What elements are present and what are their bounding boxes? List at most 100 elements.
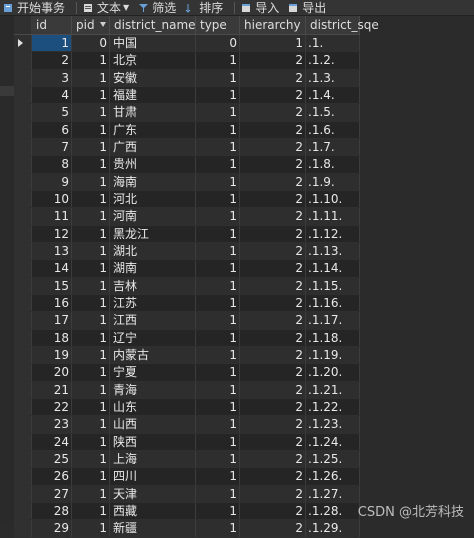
cell-type[interactable]: 1 [196, 364, 240, 381]
cell-id[interactable]: 24 [32, 433, 72, 450]
row-indicator[interactable] [14, 208, 32, 225]
cell-type[interactable]: 1 [196, 208, 240, 225]
cell-id[interactable]: 3 [32, 69, 72, 86]
cell-pid[interactable]: 1 [72, 381, 110, 398]
cell-id[interactable]: 19 [32, 346, 72, 364]
cell-district-name[interactable]: 广东 [110, 121, 196, 138]
filter-button[interactable]: 筛选 [138, 0, 176, 16]
table-row[interactable]: 10 1 河北 1 2.1.10. [14, 190, 360, 209]
table-row[interactable]: 17 1 江西 1 2.1.17. [14, 312, 360, 330]
row-indicator[interactable] [14, 294, 32, 312]
cell-district-name[interactable]: 安徽 [110, 69, 196, 86]
cell-district-sqe[interactable]: .1.17. [306, 312, 360, 329]
cell-id[interactable]: 16 [32, 294, 72, 312]
column-header-type[interactable]: type [196, 16, 240, 34]
row-indicator[interactable] [14, 225, 32, 242]
cell-district-name[interactable]: 内蒙古 [110, 346, 196, 364]
cell-id[interactable]: 7 [32, 138, 72, 156]
cell-district-name[interactable]: 中国 [110, 35, 196, 52]
table-row[interactable]: 7 1 广西 1 2.1.7. [14, 138, 360, 157]
cell-type[interactable]: 1 [196, 138, 240, 156]
cell-district-name[interactable]: 江西 [110, 312, 196, 329]
cell-district-sqe[interactable]: .1.19. [306, 346, 360, 364]
cell-type[interactable]: 1 [196, 104, 240, 121]
cell-type[interactable]: 1 [196, 121, 240, 138]
cell-id[interactable]: 1 [32, 35, 72, 52]
cell-district-sqe[interactable]: .1.3. [306, 69, 360, 86]
row-indicator[interactable] [14, 242, 32, 260]
cell-district-sqe[interactable]: .1.10. [306, 190, 360, 208]
row-indicator[interactable] [14, 450, 32, 468]
cell-pid[interactable]: 1 [72, 329, 110, 346]
cell-district-name[interactable]: 贵州 [110, 156, 196, 173]
table-row[interactable]: 21 1 青海 1 2.1.21. [14, 381, 360, 399]
cell-type[interactable]: 1 [196, 86, 240, 104]
cell-district-name[interactable]: 吉林 [110, 277, 196, 294]
cell-pid[interactable]: 1 [72, 138, 110, 156]
cell-hierarchy[interactable]: 2 [240, 416, 306, 433]
table-row[interactable]: 1 0 中国 0 1.1. [14, 35, 360, 53]
cell-district-sqe[interactable]: .1.26. [306, 468, 360, 485]
cell-type[interactable]: 1 [196, 225, 240, 242]
cell-hierarchy[interactable]: 2 [240, 225, 306, 242]
cell-pid[interactable]: 1 [72, 398, 110, 416]
cell-district-sqe[interactable]: .1.13. [306, 242, 360, 260]
cell-type[interactable]: 1 [196, 398, 240, 416]
cell-pid[interactable]: 1 [72, 173, 110, 190]
cell-pid[interactable]: 1 [72, 485, 110, 502]
table-row[interactable]: 16 1 江苏 1 2.1.16. [14, 294, 360, 313]
column-header-id[interactable]: id [32, 16, 72, 34]
cell-id[interactable]: 12 [32, 225, 72, 242]
table-row[interactable]: 11 1 河南 1 2.1.11. [14, 208, 360, 226]
cell-district-name[interactable]: 山西 [110, 416, 196, 433]
cell-type[interactable]: 1 [196, 294, 240, 312]
sort-button[interactable]: 排序 [185, 0, 223, 16]
sort-desc-icon[interactable] [100, 22, 106, 27]
cell-hierarchy[interactable]: 2 [240, 450, 306, 468]
cell-district-name[interactable]: 湖北 [110, 242, 196, 260]
cell-hierarchy[interactable]: 2 [240, 520, 306, 537]
table-row[interactable]: 20 1 宁夏 1 2.1.20. [14, 364, 360, 382]
cell-district-name[interactable]: 上海 [110, 450, 196, 468]
cell-type[interactable]: 1 [196, 329, 240, 346]
cell-district-sqe[interactable]: .1.16. [306, 294, 360, 312]
cell-district-sqe[interactable]: .1.5. [306, 104, 360, 121]
cell-hierarchy[interactable]: 2 [240, 294, 306, 312]
row-indicator[interactable] [14, 468, 32, 485]
row-indicator[interactable] [14, 121, 32, 138]
cell-district-sqe[interactable]: .1.12. [306, 225, 360, 242]
row-indicator[interactable] [14, 329, 32, 346]
cell-pid[interactable]: 1 [72, 520, 110, 537]
cell-district-name[interactable]: 江苏 [110, 294, 196, 312]
cell-id[interactable]: 27 [32, 485, 72, 502]
cell-district-name[interactable]: 宁夏 [110, 364, 196, 381]
cell-id[interactable]: 28 [32, 502, 72, 520]
cell-hierarchy[interactable]: 2 [240, 329, 306, 346]
cell-district-sqe[interactable]: .1.6. [306, 121, 360, 138]
cell-type[interactable]: 1 [196, 173, 240, 190]
table-row[interactable]: 28 1 西藏 1 2.1.28. [14, 502, 360, 521]
row-indicator[interactable] [14, 364, 32, 381]
cell-hierarchy[interactable]: 2 [240, 364, 306, 381]
cell-id[interactable]: 18 [32, 329, 72, 346]
cell-id[interactable]: 5 [32, 104, 72, 121]
cell-id[interactable]: 13 [32, 242, 72, 260]
cell-pid[interactable]: 1 [72, 433, 110, 450]
column-header-hierarchy[interactable]: hierarchy [240, 16, 306, 34]
row-indicator[interactable] [14, 502, 32, 520]
import-button[interactable]: 导入 [241, 0, 279, 16]
table-row[interactable]: 15 1 吉林 1 2.1.15. [14, 277, 360, 295]
cell-district-sqe[interactable]: .1.15. [306, 277, 360, 294]
cell-district-name[interactable]: 福建 [110, 86, 196, 104]
cell-hierarchy[interactable]: 1 [240, 35, 306, 52]
cell-district-sqe[interactable]: .1.20. [306, 364, 360, 381]
cell-pid[interactable]: 1 [72, 364, 110, 381]
cell-hierarchy[interactable]: 2 [240, 502, 306, 520]
row-indicator[interactable] [14, 433, 32, 450]
cell-type[interactable]: 1 [196, 468, 240, 485]
cell-hierarchy[interactable]: 2 [240, 156, 306, 173]
row-indicator[interactable] [14, 398, 32, 416]
cell-hierarchy[interactable]: 2 [240, 121, 306, 138]
cell-id[interactable]: 10 [32, 190, 72, 208]
cell-pid[interactable]: 1 [72, 502, 110, 520]
